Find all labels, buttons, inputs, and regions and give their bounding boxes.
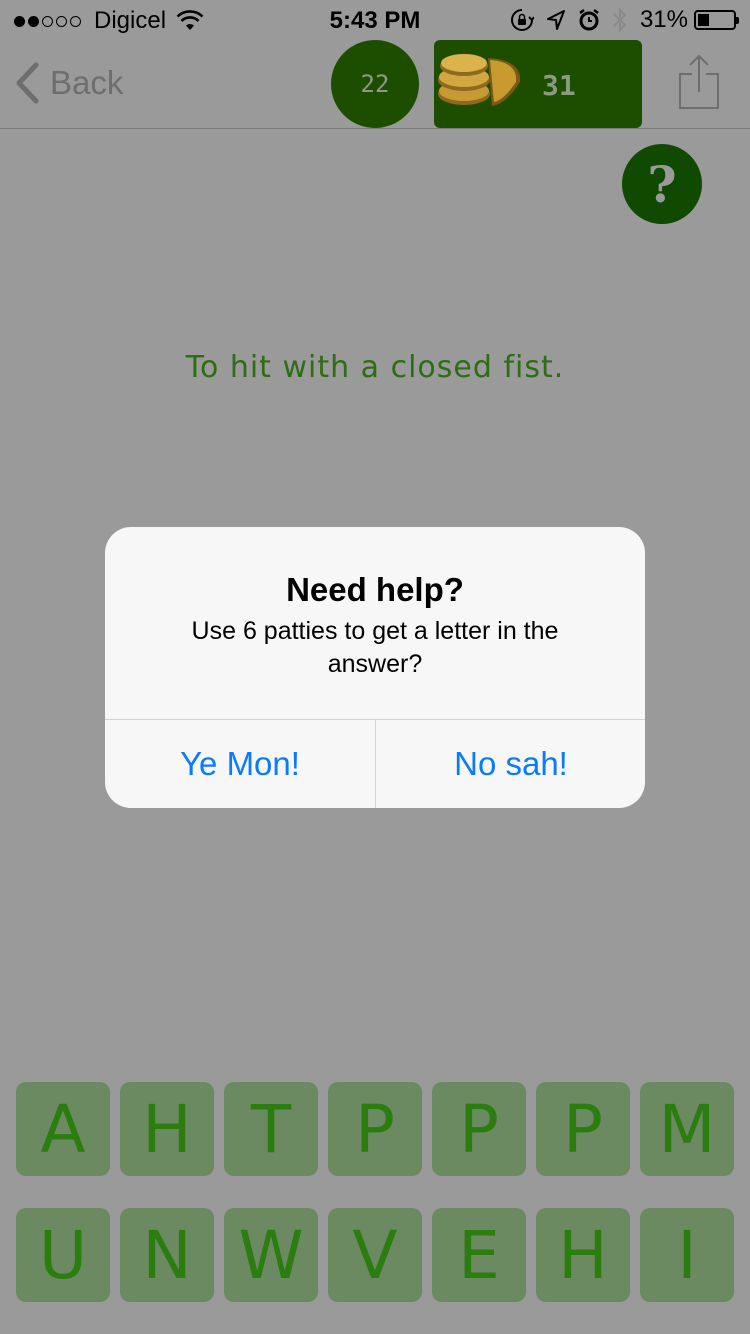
letter-tile[interactable]: M (640, 1082, 734, 1176)
status-right: 31% (498, 6, 739, 34)
orientation-lock-icon (510, 9, 534, 31)
letter-tile[interactable]: I (640, 1208, 734, 1302)
alarm-icon (579, 9, 599, 31)
confirm-button[interactable]: Ye Mon! (105, 720, 375, 808)
patty-icon (438, 54, 521, 106)
letter-tile[interactable]: P (328, 1082, 422, 1176)
level-badge: 22 (331, 40, 419, 128)
patties-badge[interactable]: 31 (434, 40, 642, 128)
nav-bar: Back 22 31 (0, 40, 750, 129)
battery-icon (694, 10, 739, 30)
location-icon (546, 10, 565, 30)
patties-count: 31 (542, 69, 576, 102)
letter-tiles-row-2: U N W V E H I (16, 1208, 736, 1302)
letter-tile[interactable]: U (16, 1208, 110, 1302)
letter-tile[interactable]: A (16, 1082, 110, 1176)
chevron-left-icon (16, 62, 39, 104)
share-button[interactable] (678, 54, 720, 115)
letter-tile[interactable]: E (432, 1208, 526, 1302)
letter-tile[interactable]: V (328, 1208, 422, 1302)
letter-tile[interactable]: N (120, 1208, 214, 1302)
letter-tile[interactable]: W (224, 1208, 318, 1302)
letter-tile[interactable]: H (120, 1082, 214, 1176)
status-bar: Digicel 5:43 PM 31% (0, 0, 750, 40)
back-label: Back (50, 64, 124, 101)
alert-message: Use 6 patties to get a letter in the ans… (191, 617, 559, 678)
help-button[interactable]: ? (622, 144, 702, 224)
level-number: 22 (360, 70, 390, 98)
bluetooth-icon (613, 7, 627, 33)
letter-tile[interactable]: P (536, 1082, 630, 1176)
letter-tile[interactable]: T (224, 1082, 318, 1176)
battery-percent: 31% (639, 6, 688, 33)
question-mark-icon: ? (647, 154, 677, 214)
clue-text: To hit with a closed fist. (185, 350, 565, 385)
cancel-button[interactable]: No sah! (376, 720, 645, 808)
letter-tile[interactable]: P (432, 1082, 526, 1176)
alert-title: Need help? (286, 571, 464, 608)
back-button[interactable]: Back (14, 62, 123, 104)
letter-tiles-row-1: A H T P P P M (16, 1082, 736, 1176)
share-icon (679, 54, 719, 109)
letter-tile[interactable]: H (536, 1208, 630, 1302)
help-alert-dialog: Need help? Use 6 patties to get a letter… (105, 527, 645, 808)
